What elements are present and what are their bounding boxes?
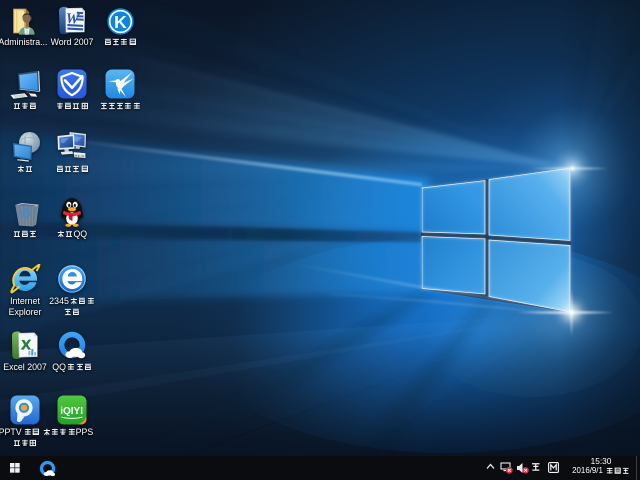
svg-text:K: K: [114, 12, 127, 32]
svg-text:iQIYI: iQIYI: [60, 406, 83, 417]
